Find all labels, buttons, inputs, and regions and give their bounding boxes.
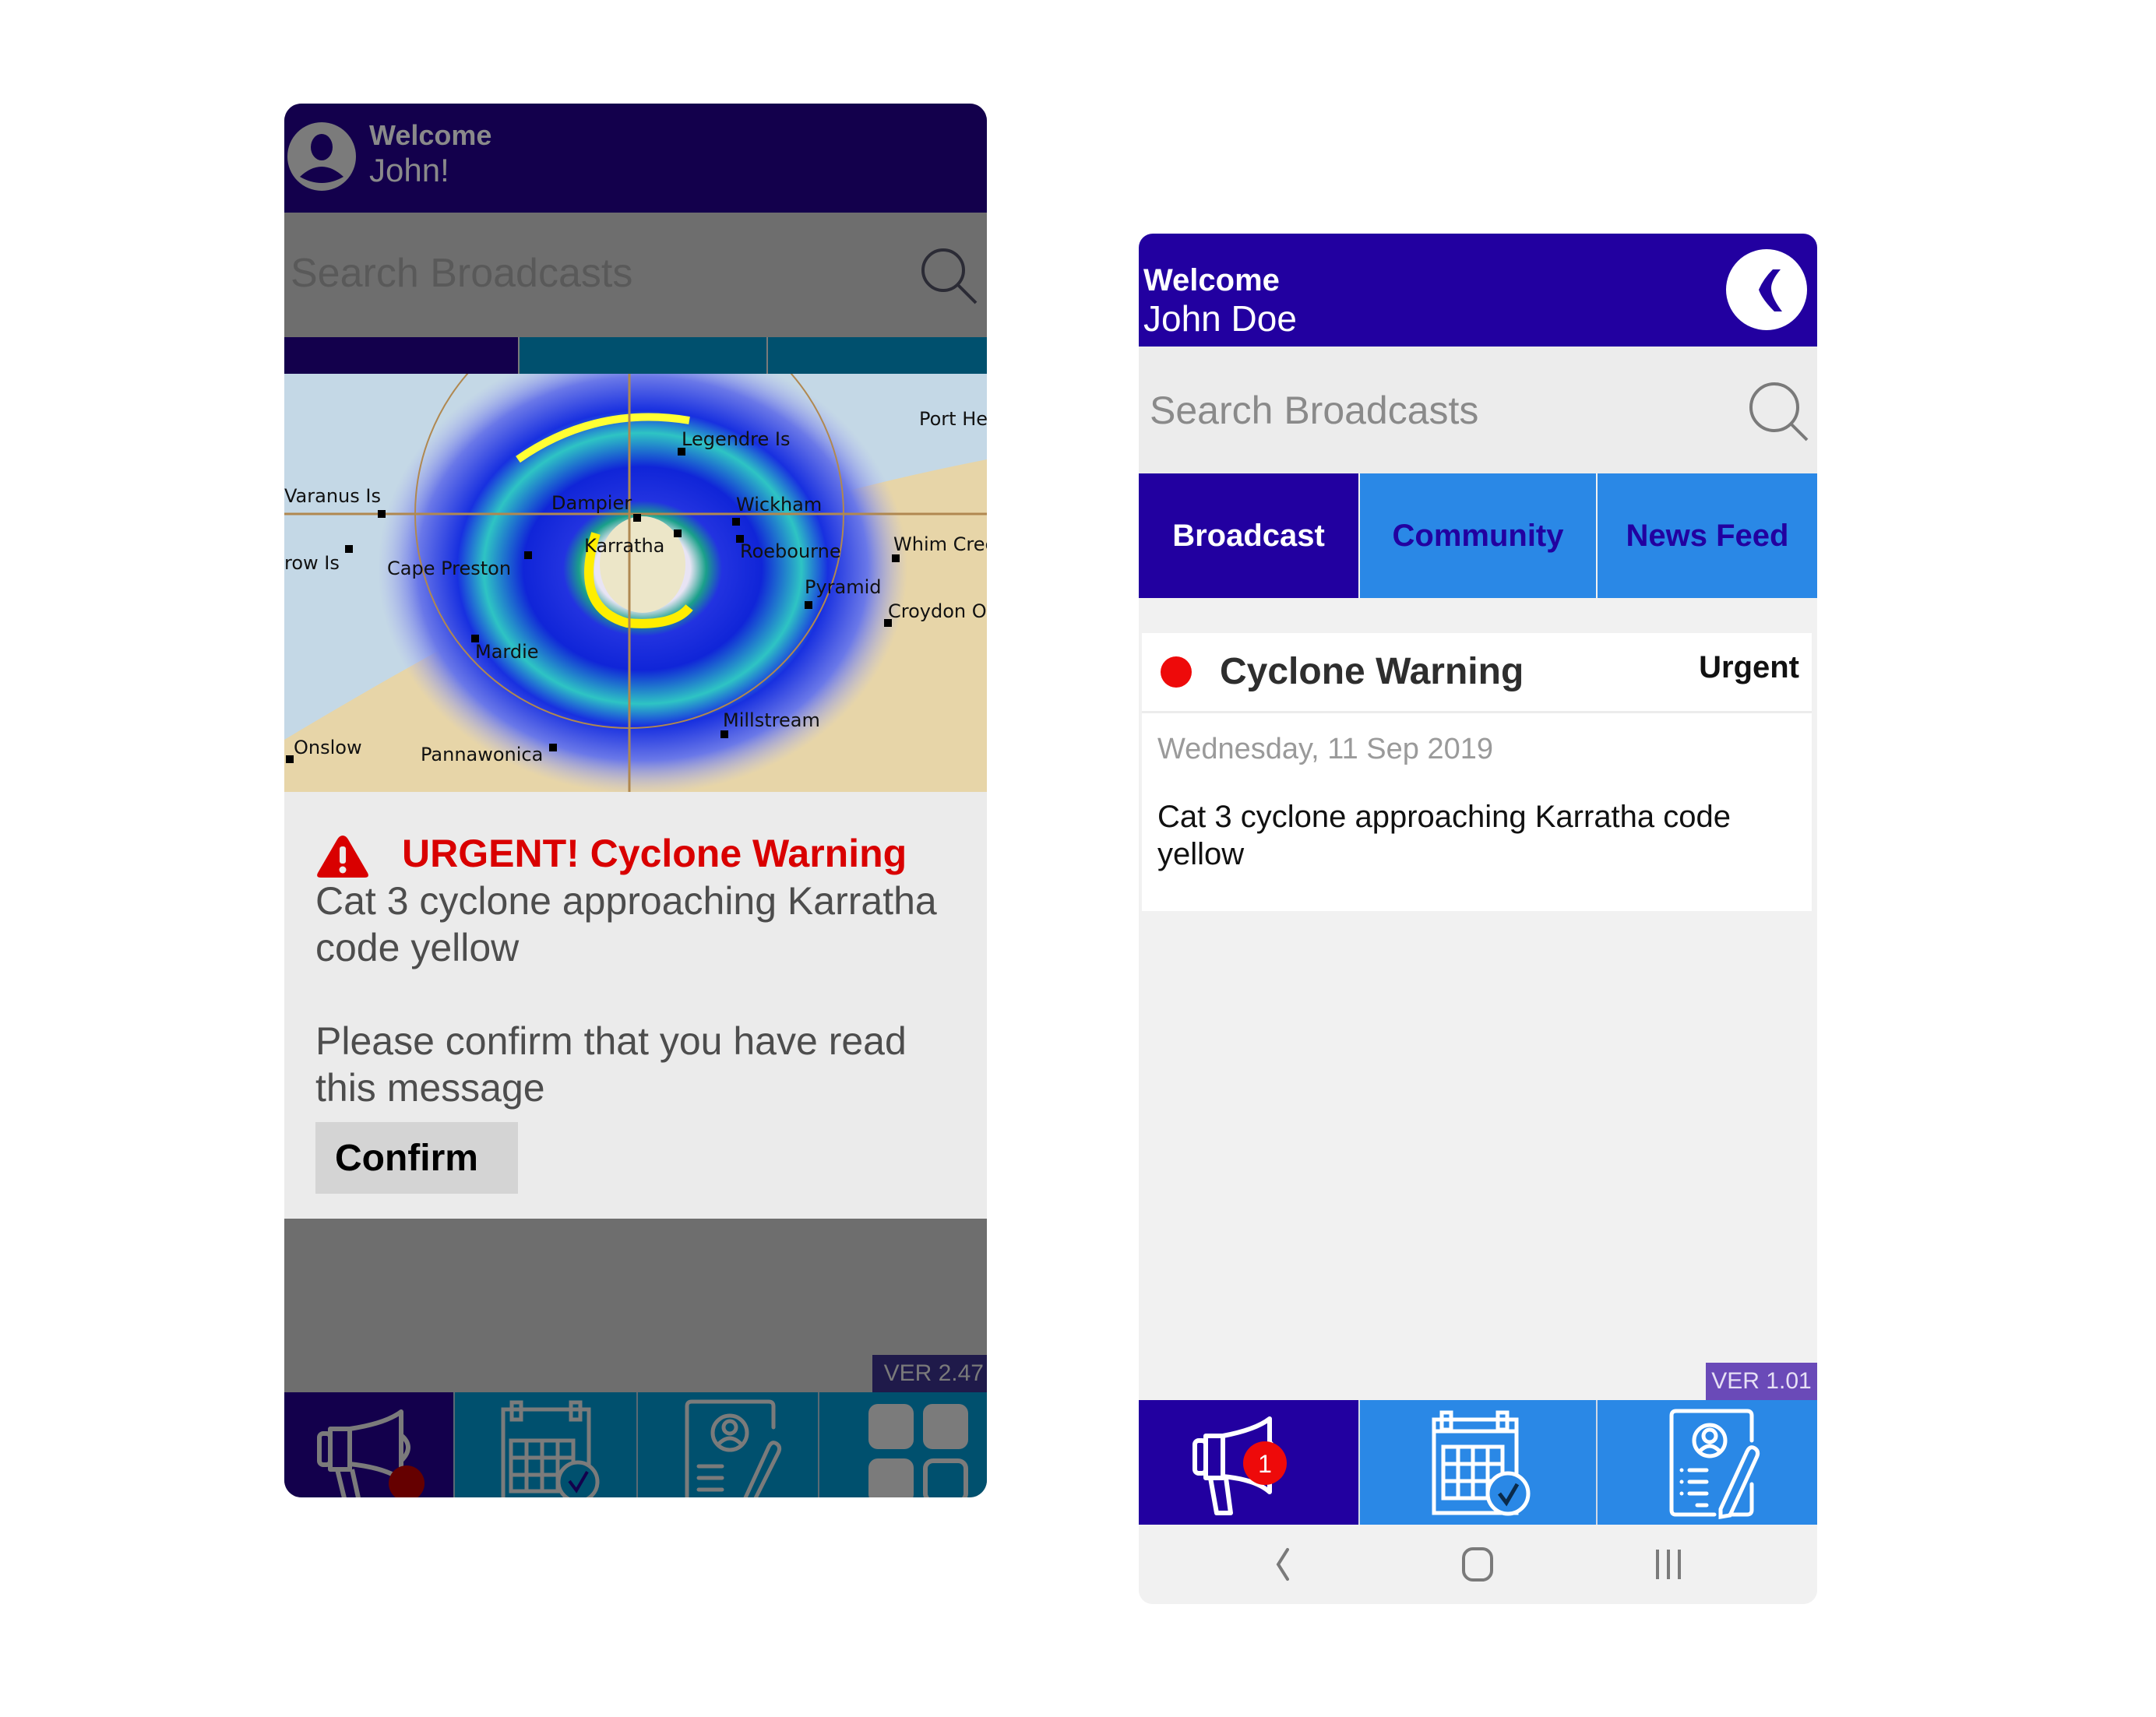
profile-form-icon [1669, 1409, 1760, 1519]
map-label: Cape Preston [387, 558, 512, 579]
tab-community[interactable] [519, 337, 766, 374]
map-label: Croydon O [888, 600, 987, 622]
alert-title: URGENT! Cyclone Warning [402, 832, 907, 875]
tab-news-feed[interactable] [768, 337, 987, 374]
nav-broadcast[interactable] [284, 1392, 453, 1497]
system-nav-bar [1139, 1525, 1817, 1604]
megaphone-icon [317, 1409, 425, 1497]
search-bar [284, 213, 987, 337]
map-label: Legendre Is [682, 428, 791, 450]
system-back-button[interactable] [1259, 1545, 1306, 1584]
nav-apps[interactable] [819, 1392, 987, 1497]
map-label: Varanus Is [284, 485, 381, 507]
left-phone-screen: Welcome John! Search Broadcasts Port He … [284, 104, 987, 1497]
map-label: Pannawonica [421, 744, 544, 765]
nav-calendar[interactable] [1360, 1400, 1596, 1525]
map-label: Millstream [723, 709, 820, 731]
search-icon[interactable] [1746, 379, 1810, 443]
nav-profile[interactable] [638, 1392, 818, 1497]
recents-icon [1656, 1550, 1681, 1579]
header: Welcome John Doe [1139, 234, 1817, 347]
grid-apps-icon [868, 1404, 968, 1497]
cyclone-radar-map: Port He Legendre Is Varanus Is Dampier W… [284, 374, 987, 792]
broadcast-date: Wednesday, 11 Sep 2019 [1157, 733, 1493, 765]
version-label: VER 2.47 [872, 1355, 987, 1392]
status-dot-icon [1161, 656, 1192, 688]
megaphone-icon: 1 [1192, 1416, 1287, 1515]
nav-profile[interactable] [1598, 1400, 1817, 1525]
map-label: Roebourne [740, 540, 841, 562]
notification-count: 1 [1258, 1450, 1272, 1478]
calendar-check-icon [501, 1400, 600, 1497]
back-button[interactable] [1726, 249, 1807, 330]
search-icon[interactable] [917, 244, 979, 306]
tab-bar: Broadcast Community News Feed [1139, 473, 1817, 598]
broadcast-body: Cat 3 cyclone approaching Karratha code … [1157, 800, 1731, 871]
confirm-button[interactable]: Confirm [315, 1122, 518, 1194]
priority-badge: Urgent [1699, 650, 1799, 684]
home-icon [1462, 1547, 1493, 1582]
map-label: Whim Cree [893, 533, 987, 555]
user-circle-icon [287, 122, 356, 191]
tab-broadcast[interactable] [284, 337, 518, 374]
bottom-nav [284, 1392, 987, 1497]
back-icon [1276, 1548, 1289, 1581]
version-label: VER 1.01 [1706, 1363, 1817, 1400]
search-input[interactable] [291, 250, 882, 297]
tab-community[interactable]: Community [1360, 473, 1596, 598]
nav-broadcast[interactable]: 1 [1139, 1400, 1358, 1525]
tab-broadcast[interactable]: Broadcast [1139, 473, 1358, 598]
nav-calendar[interactable] [455, 1392, 636, 1497]
radar-image [284, 374, 987, 792]
search-bar [1139, 347, 1817, 473]
user-name: John Doe [1143, 298, 1297, 339]
right-phone-screen: Welcome John Doe Broadcast Community New… [1139, 234, 1817, 1604]
system-recents-button[interactable] [1645, 1545, 1692, 1584]
header: Welcome John! [284, 104, 987, 213]
search-input[interactable] [1150, 387, 1695, 434]
tab-strip [284, 337, 987, 374]
broadcast-card[interactable]: Cyclone Warning Urgent Wednesday, 11 Sep… [1142, 633, 1812, 911]
welcome-label: Welcome [369, 119, 492, 151]
back-arrow-icon [1759, 269, 1782, 311]
confirm-prompt: Please confirm that you have read this m… [315, 1019, 907, 1110]
map-label: Port He [919, 408, 987, 430]
map-label: Dampier [551, 492, 632, 514]
map-label: Pyramid [805, 576, 882, 598]
bottom-nav: 1 [1139, 1400, 1817, 1525]
tab-news-feed[interactable]: News Feed [1598, 473, 1817, 598]
warning-triangle-icon [317, 836, 368, 878]
map-label: Onslow [294, 737, 362, 758]
alert-body: Cat 3 cyclone approaching Karratha code … [315, 879, 937, 969]
map-label: Wickham [736, 494, 823, 515]
alert-panel: URGENT! Cyclone Warning Cat 3 cyclone ap… [284, 792, 987, 1219]
calendar-check-icon [1432, 1410, 1531, 1516]
broadcast-title: Cyclone Warning [1220, 651, 1524, 692]
system-home-button[interactable] [1454, 1545, 1501, 1584]
card-divider [1142, 711, 1812, 713]
map-label: Karratha [584, 535, 665, 557]
map-label: row Is [284, 552, 340, 574]
welcome-label: Welcome [1143, 263, 1280, 297]
profile-form-icon [685, 1399, 782, 1497]
user-name: John! [369, 152, 449, 188]
map-label: Mardie [475, 641, 539, 663]
